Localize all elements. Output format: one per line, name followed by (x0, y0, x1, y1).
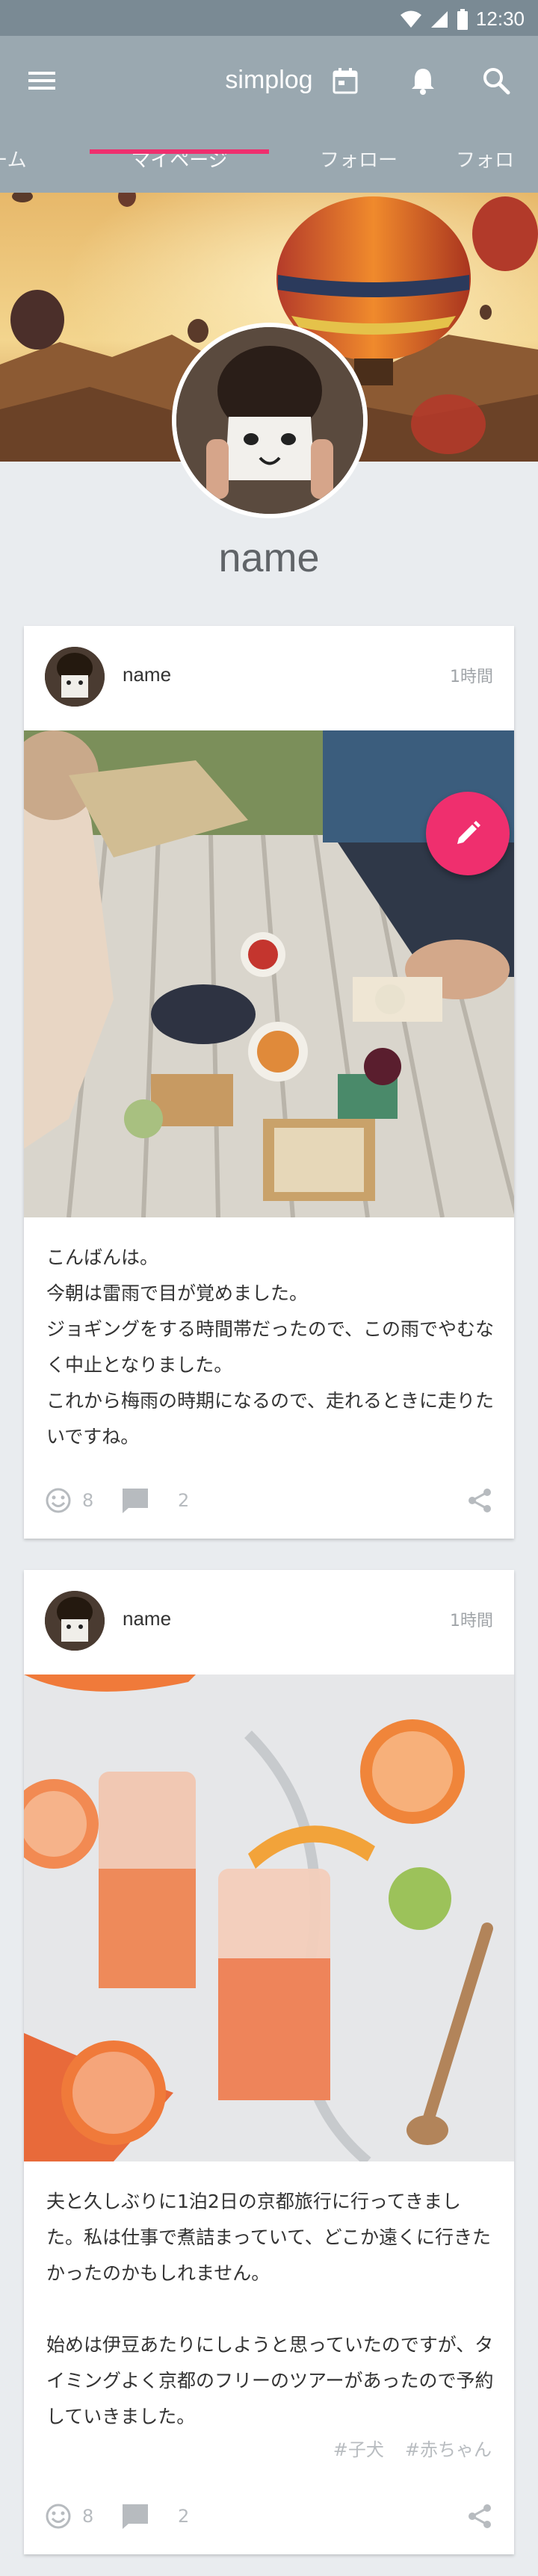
post-card: name 1時間 夫と久しぶりに1泊2日の京都旅行に行ってきました。私は仕事で煮… (24, 1570, 514, 2554)
comment-icon (123, 2504, 148, 2529)
tab-my-page[interactable]: マイページ (90, 124, 269, 193)
author-name[interactable]: name (123, 1607, 171, 1630)
comment-button[interactable]: 2 (121, 1482, 189, 1519)
comment-button[interactable]: 2 (121, 2498, 189, 2535)
post-header: name 1時間 (24, 626, 514, 730)
status-icons: 12:30 (400, 7, 525, 31)
comment-icon (123, 1489, 148, 1513)
pencil-icon (457, 821, 480, 844)
calendar-icon[interactable] (324, 60, 366, 102)
like-count: 8 (82, 2506, 94, 2527)
wifi-icon (400, 10, 421, 28)
post-actions: 8 2 (45, 2498, 493, 2535)
app-title: simplog (225, 66, 313, 94)
like-button[interactable]: 8 (45, 2498, 93, 2535)
avatar[interactable] (45, 647, 105, 707)
share-icon (469, 1489, 491, 1512)
app-bar: simplog ーム マイページ フォロー フォロ (0, 36, 538, 193)
post-actions: 8 2 (45, 1482, 493, 1519)
smile-icon (46, 2504, 71, 2529)
post-body: こんばんは。 今朝は雷雨で目が覚めました。 ジョギングをする時間帯だったので、こ… (46, 1240, 495, 1455)
post-photo[interactable] (24, 1675, 514, 2161)
tab-home[interactable]: ーム (0, 124, 45, 193)
bell-icon[interactable] (402, 60, 444, 102)
post-text: 夫と久しぶりに1泊2日の京都旅行に行ってきました。私は仕事で煮詰まっていて、どこ… (46, 2191, 494, 2427)
signal-icon (430, 10, 448, 28)
post-card: name 1時間 こんばんは。 今朝は雷雨で目が覚めました。 ジョギングをする時… (24, 626, 514, 1539)
author-name[interactable]: name (123, 663, 171, 686)
post-text: こんばんは。 今朝は雷雨で目が覚めました。 ジョギングをする時間帯だったので、こ… (46, 1247, 495, 1447)
smile-icon (46, 1488, 71, 1513)
tab-indicator (90, 149, 269, 154)
comment-count: 2 (178, 1490, 190, 1511)
like-count: 8 (82, 1490, 94, 1511)
post-time: 1時間 (450, 1612, 493, 1630)
profile-name: name (218, 536, 320, 580)
post-body: 夫と久しぶりに1泊2日の京都旅行に行ってきました。私は仕事で煮詰まっていて、どこ… (46, 2184, 495, 2435)
avatar[interactable] (45, 1591, 105, 1651)
profile-avatar[interactable] (172, 323, 368, 518)
compose-button[interactable] (426, 792, 510, 875)
battery-icon (457, 8, 468, 30)
tab-follower[interactable]: フォロ (456, 124, 538, 193)
tag-list: #子犬 #赤ちゃん (333, 2435, 492, 2461)
share-icon (469, 2504, 491, 2528)
share-button[interactable] (466, 1482, 493, 1519)
status-time: 12:30 (475, 7, 525, 30)
tab-follow[interactable]: フォロー (284, 124, 433, 193)
search-icon[interactable] (475, 60, 517, 102)
share-button[interactable] (466, 2498, 493, 2535)
post-time: 1時間 (450, 668, 493, 686)
tag-link[interactable]: #赤ちゃん (405, 2435, 492, 2461)
post-header: name 1時間 (24, 1570, 514, 1675)
comment-count: 2 (178, 2506, 190, 2527)
tag-link[interactable]: #子犬 (333, 2435, 384, 2461)
tab-bar: ーム マイページ フォロー フォロ (0, 124, 538, 193)
status-bar: 12:30 (0, 0, 538, 36)
like-button[interactable]: 8 (45, 1482, 93, 1519)
